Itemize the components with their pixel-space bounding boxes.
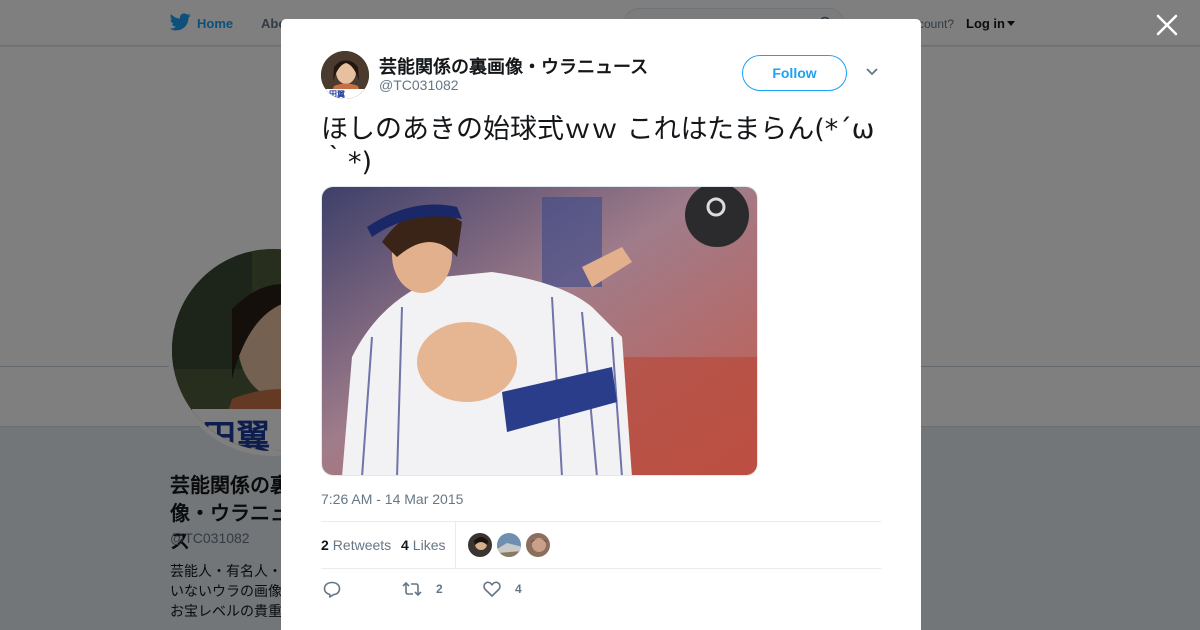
retweets-count: 2 xyxy=(321,537,329,553)
heart-icon xyxy=(483,581,501,597)
retweet-icon xyxy=(402,581,422,597)
svg-text:田翼: 田翼 xyxy=(329,89,345,99)
tweet-timestamp[interactable]: 7:26 AM - 14 Mar 2015 xyxy=(321,491,463,507)
follow-button[interactable]: Follow xyxy=(742,55,847,91)
liker-avatar[interactable] xyxy=(496,532,522,558)
tweet-modal: 田翼 芸能関係の裏画像・ウラニュース @TC031082 Follow ほしのあ… xyxy=(281,19,921,630)
likes-stat[interactable]: 4 Likes xyxy=(401,537,445,553)
liker-avatar[interactable] xyxy=(525,532,551,558)
reply-button[interactable] xyxy=(323,581,355,598)
retweet-count: 2 xyxy=(436,582,443,596)
like-button[interactable]: 4 xyxy=(483,581,522,597)
like-count: 4 xyxy=(515,582,522,596)
chevron-down-icon[interactable] xyxy=(865,67,879,77)
close-icon[interactable] xyxy=(1154,12,1180,38)
likes-count: 4 xyxy=(401,537,409,553)
stats-divider xyxy=(455,522,456,569)
tweet-text: ほしのあきの始球式ｗｗ これはたまらん(*´ω｀*) xyxy=(321,114,875,178)
reply-icon xyxy=(323,581,341,598)
author-name[interactable]: 芸能関係の裏画像・ウラニュース xyxy=(379,53,648,79)
retweet-button[interactable]: 2 xyxy=(402,581,443,597)
liker-avatar[interactable] xyxy=(467,532,493,558)
tweet-stats: 2 Retweets 4 Likes xyxy=(321,521,881,569)
tweet-photo[interactable] xyxy=(321,186,758,476)
likes-label: Likes xyxy=(412,537,446,553)
retweets-stat[interactable]: 2 Retweets xyxy=(321,537,391,553)
retweets-label: Retweets xyxy=(332,537,392,553)
author-avatar[interactable]: 田翼 xyxy=(321,51,369,99)
author-handle[interactable]: @TC031082 xyxy=(379,77,459,93)
